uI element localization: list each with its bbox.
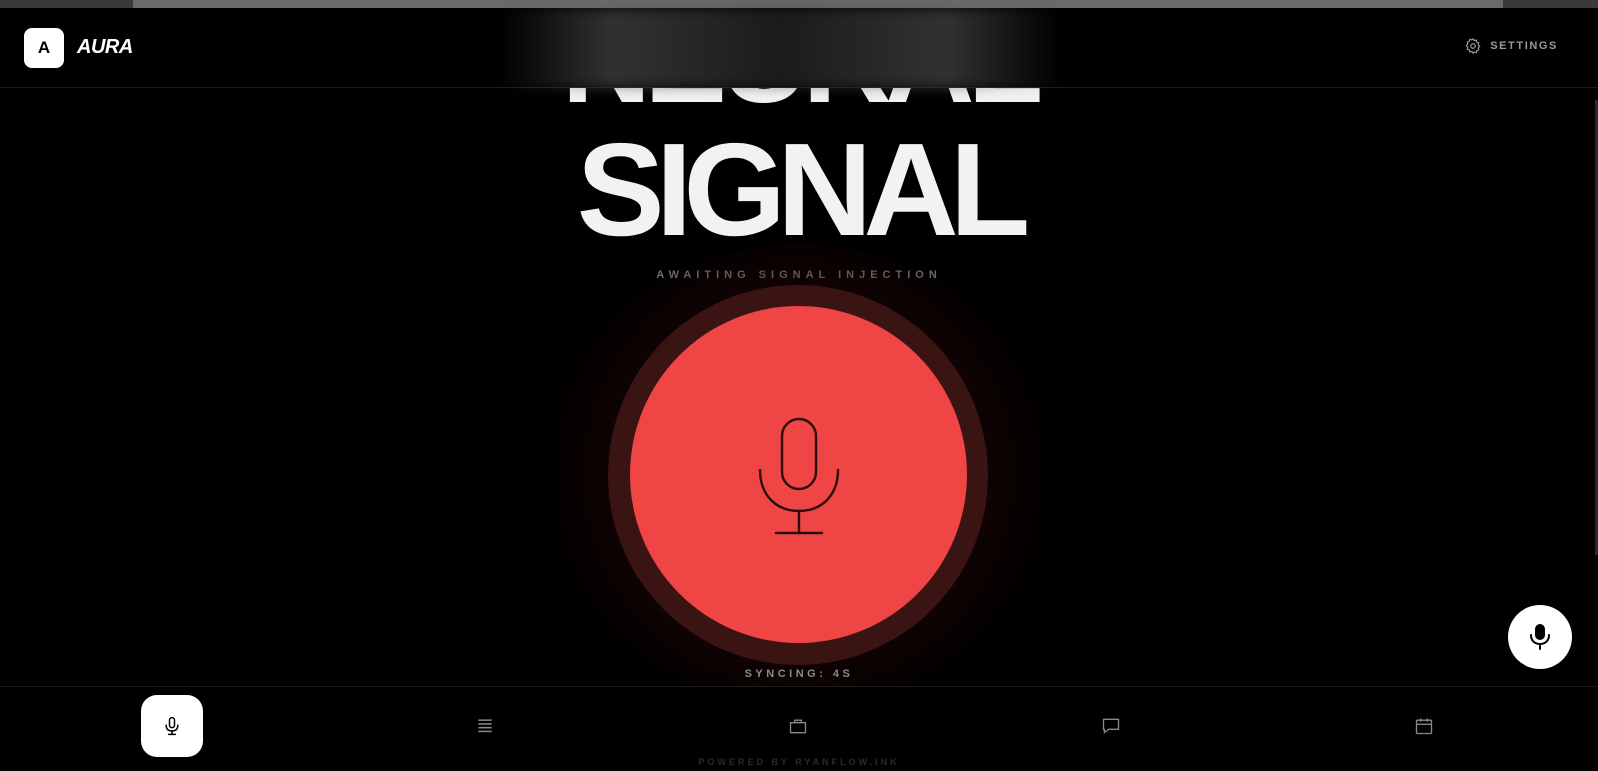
settings-label: SETTINGS bbox=[1490, 40, 1558, 52]
list-icon bbox=[478, 719, 492, 733]
title-partial: NEURAL bbox=[0, 88, 1598, 110]
briefcase-icon bbox=[789, 719, 807, 734]
nav-item-record[interactable] bbox=[141, 695, 203, 757]
top-progress-fill bbox=[133, 0, 1503, 8]
hero-title: SIGNAL bbox=[576, 116, 1031, 263]
mic-icon bbox=[1530, 624, 1550, 650]
nav-item-calendar[interactable] bbox=[1393, 695, 1455, 757]
header-blur bbox=[500, 8, 1060, 88]
chat-icon bbox=[1102, 718, 1120, 734]
powered-by: POWERED BY RYANFLOW.INK bbox=[698, 757, 900, 767]
calendar-icon bbox=[1415, 718, 1433, 735]
record-button[interactable] bbox=[630, 306, 967, 643]
top-progress-track bbox=[0, 0, 1598, 8]
gear-icon bbox=[1465, 38, 1481, 54]
nav-item-briefcase[interactable] bbox=[767, 695, 829, 757]
settings-button[interactable]: SETTINGS bbox=[1464, 37, 1558, 55]
mic-icon bbox=[165, 716, 179, 736]
sync-status: SYNCING: 4S bbox=[744, 668, 854, 680]
mic-icon bbox=[758, 417, 839, 534]
nav-item-list[interactable] bbox=[454, 695, 516, 757]
nav-item-chat[interactable] bbox=[1080, 695, 1142, 757]
title-partial-wrapper: NEURAL bbox=[0, 88, 1598, 110]
brand-name: AURA bbox=[77, 36, 133, 58]
floating-mic-button[interactable] bbox=[1508, 605, 1572, 669]
logo[interactable]: A bbox=[24, 28, 64, 68]
